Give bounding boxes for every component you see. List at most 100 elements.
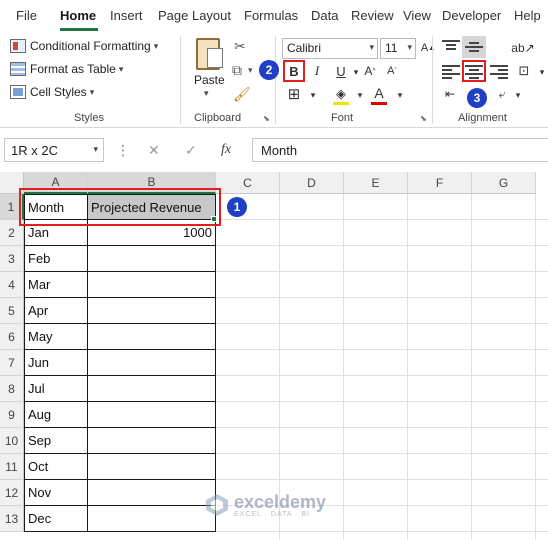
tab-review[interactable]: Review xyxy=(351,8,394,23)
column-header-d[interactable]: D xyxy=(280,172,344,194)
font-name-dropdown[interactable]: Calibri ▾ xyxy=(282,38,378,59)
row-header-13[interactable]: 13 xyxy=(0,506,24,532)
cell-a13[interactable]: Dec xyxy=(24,506,88,532)
copy-icon[interactable]: ⧉ xyxy=(232,62,242,79)
group-separator xyxy=(432,36,433,124)
cell-b12[interactable] xyxy=(88,480,216,506)
cell-a11[interactable]: Oct xyxy=(24,454,88,480)
row-header-4[interactable]: 4 xyxy=(0,272,24,298)
cut-icon[interactable]: ✂ xyxy=(234,38,246,55)
cell-a9[interactable]: Aug xyxy=(24,402,88,428)
column-header-f[interactable]: F xyxy=(408,172,472,194)
cell-a10[interactable]: Sep xyxy=(24,428,88,454)
more-options-icon[interactable]: ⋮ xyxy=(116,142,130,159)
cell-a5[interactable]: Apr xyxy=(24,298,88,324)
font-group-label: Font xyxy=(331,112,354,124)
chevron-down-icon[interactable]: ▾ xyxy=(248,65,253,76)
cell-a6[interactable]: May xyxy=(24,324,88,350)
fill-color-icon[interactable]: ◈ xyxy=(331,84,351,104)
menu-bar: File Home Insert Page Layout Formulas Da… xyxy=(0,0,548,32)
orientation-icon[interactable]: ab↗ xyxy=(511,38,534,58)
gridline xyxy=(216,271,548,272)
cell-b5[interactable] xyxy=(88,298,216,324)
formula-input[interactable]: Month xyxy=(252,138,548,162)
cell-b6[interactable] xyxy=(88,324,216,350)
cell-b8[interactable] xyxy=(88,376,216,402)
row-header-12[interactable]: 12 xyxy=(0,480,24,506)
row-header-6[interactable]: 6 xyxy=(0,324,24,350)
row-header-5[interactable]: 5 xyxy=(0,298,24,324)
watermark-tagline: EXCEL · DATA · BI xyxy=(234,510,310,518)
font-color-swatch xyxy=(371,102,387,105)
increase-font-size-icon[interactable]: A ^ xyxy=(360,61,380,81)
cell-b9[interactable] xyxy=(88,402,216,428)
tab-formulas[interactable]: Formulas xyxy=(244,8,298,23)
chevron-down-icon[interactable]: ▾ xyxy=(204,88,209,99)
column-header-e[interactable]: E xyxy=(344,172,408,194)
tab-insert[interactable]: Insert xyxy=(110,8,143,23)
gridline xyxy=(216,349,548,350)
cell-b4[interactable] xyxy=(88,272,216,298)
column-header-g[interactable]: G xyxy=(472,172,536,194)
tab-page-layout[interactable]: Page Layout xyxy=(158,8,231,23)
borders-icon[interactable]: ⊞ xyxy=(284,84,304,104)
cell-a12[interactable]: Nov xyxy=(24,480,88,506)
align-left-icon[interactable] xyxy=(442,65,460,79)
decrease-font-size-icon[interactable]: Aˇ xyxy=(382,61,402,81)
font-size-dropdown[interactable]: 11 ▾ xyxy=(380,38,416,59)
column-header-c[interactable]: C xyxy=(216,172,280,194)
row-header-11[interactable]: 11 xyxy=(0,454,24,480)
top-align-icon[interactable] xyxy=(442,40,460,54)
cell-b3[interactable] xyxy=(88,246,216,272)
cell-a8[interactable]: Jul xyxy=(24,376,88,402)
cell-b10[interactable] xyxy=(88,428,216,454)
row-header-9[interactable]: 9 xyxy=(0,402,24,428)
cell-a4[interactable]: Mar xyxy=(24,272,88,298)
tab-data[interactable]: Data xyxy=(311,8,338,23)
font-color-icon[interactable]: A xyxy=(369,83,389,103)
chevron-down-icon[interactable]: ▾ xyxy=(508,85,528,105)
middle-align-icon[interactable] xyxy=(465,40,483,54)
chevron-down-icon[interactable]: ▾ xyxy=(532,62,548,82)
cell-b13[interactable] xyxy=(88,506,216,532)
conditional-formatting-button[interactable]: Conditional Formatting ▾ xyxy=(10,36,158,56)
insert-function-icon[interactable]: fx xyxy=(221,142,231,158)
paste-button-label[interactable]: Paste xyxy=(194,73,225,87)
chevron-down-icon[interactable]: ▾ xyxy=(390,85,410,105)
decrease-indent-icon[interactable]: ⇤ xyxy=(440,84,460,104)
cell-styles-button[interactable]: Cell Styles ▾ xyxy=(10,82,94,102)
increase-font-icon[interactable]: A▲ xyxy=(418,38,438,58)
format-as-table-button[interactable]: Format as Table ▾ xyxy=(10,59,123,79)
gridline xyxy=(216,479,548,480)
cell-a7[interactable]: Jun xyxy=(24,350,88,376)
bold-button[interactable]: B xyxy=(284,61,304,81)
row-header-3[interactable]: 3 xyxy=(0,246,24,272)
align-right-icon[interactable] xyxy=(490,65,508,79)
enter-icon[interactable]: ✓ xyxy=(185,142,197,159)
tab-view[interactable]: View xyxy=(403,8,431,23)
chevron-down-icon[interactable]: ▾ xyxy=(350,85,370,105)
align-center-icon[interactable] xyxy=(465,65,483,79)
cell-b7[interactable] xyxy=(88,350,216,376)
cell-a3[interactable]: Feb xyxy=(24,246,88,272)
name-box[interactable]: 1R x 2C ▾ xyxy=(4,138,104,162)
format-as-table-label: Format as Table xyxy=(30,62,116,76)
tab-home[interactable]: Home xyxy=(60,8,96,23)
row-header-7[interactable]: 7 xyxy=(0,350,24,376)
gridline xyxy=(216,427,548,428)
format-painter-icon[interactable]: 🖌 xyxy=(233,86,251,103)
tab-help[interactable]: Help xyxy=(514,8,541,23)
paste-icon[interactable] xyxy=(196,38,223,70)
tab-developer[interactable]: Developer xyxy=(442,8,501,23)
row-header-10[interactable]: 10 xyxy=(0,428,24,454)
tab-file[interactable]: File xyxy=(16,8,37,23)
cell-b11[interactable] xyxy=(88,454,216,480)
italic-button[interactable]: I xyxy=(307,61,327,81)
cancel-icon[interactable]: ✕ xyxy=(148,142,160,159)
dialog-launcher-icon[interactable]: ⬊ xyxy=(263,114,270,123)
ribbon: Conditional Formatting ▾ Format as Table… xyxy=(0,32,548,128)
dialog-launcher-icon[interactable]: ⬊ xyxy=(420,114,427,123)
row-header-8[interactable]: 8 xyxy=(0,376,24,402)
merge-center-icon[interactable]: ⊡ xyxy=(514,61,534,81)
chevron-down-icon[interactable]: ▾ xyxy=(303,85,323,105)
